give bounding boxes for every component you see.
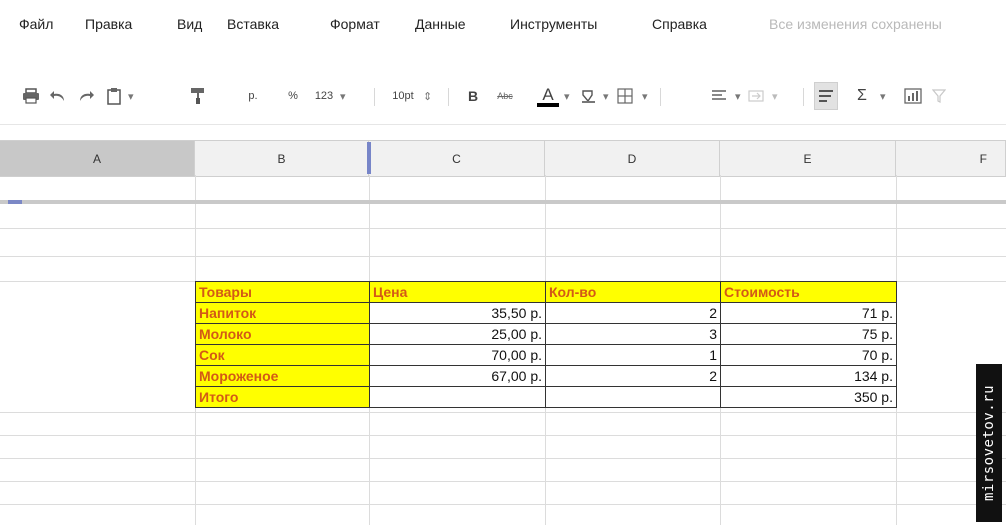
fill-color-dropdown-icon[interactable]: ▾ bbox=[603, 82, 609, 110]
menu-edit[interactable]: Правка bbox=[85, 16, 132, 32]
header-cell-goods[interactable]: Товары bbox=[195, 281, 370, 303]
column-resize-marker[interactable] bbox=[367, 142, 371, 174]
bold-button[interactable]: B bbox=[464, 82, 482, 110]
table-cell[interactable]: 70 р. bbox=[720, 344, 897, 366]
borders-dropdown-icon[interactable]: ▾ bbox=[642, 82, 648, 110]
print-icon[interactable] bbox=[20, 82, 42, 110]
grid-line bbox=[0, 435, 1006, 436]
grid-line bbox=[0, 458, 1006, 459]
table-cell[interactable]: 2 bbox=[545, 302, 721, 324]
percent-format-button[interactable]: % bbox=[285, 82, 301, 110]
align-dropdown-icon[interactable]: ▾ bbox=[735, 82, 741, 110]
table-row: Напиток 35,50 р. 2 71 р. bbox=[195, 302, 897, 324]
table-total-row: Итого 350 р. bbox=[195, 386, 897, 408]
table-cell[interactable]: Напиток bbox=[195, 302, 370, 324]
merge-cells-icon[interactable] bbox=[746, 82, 766, 110]
table-cell[interactable]: 350 р. bbox=[720, 386, 897, 408]
number-format-dropdown-icon[interactable]: ▾ bbox=[340, 82, 346, 110]
table-cell[interactable]: 134 р. bbox=[720, 365, 897, 387]
formula-bar[interactable] bbox=[0, 124, 1006, 141]
grid-line bbox=[0, 504, 1006, 505]
text-color-dropdown-icon[interactable]: ▾ bbox=[564, 82, 570, 110]
column-header-f[interactable]: F bbox=[896, 141, 1006, 176]
toolbar-divider bbox=[374, 88, 375, 106]
strikethrough-button[interactable]: Abc bbox=[493, 82, 517, 110]
column-header-c[interactable]: C bbox=[369, 141, 545, 176]
table-cell[interactable]: 67,00 р. bbox=[369, 365, 546, 387]
table-header-row: Товары Цена Кол-во Стоимость bbox=[195, 281, 897, 303]
data-table: Товары Цена Кол-во Стоимость Напиток 35,… bbox=[195, 281, 897, 408]
table-cell[interactable]: Мороженое bbox=[195, 365, 370, 387]
insert-chart-icon[interactable] bbox=[902, 82, 924, 110]
wrap-text-icon[interactable] bbox=[814, 82, 838, 110]
table-cell[interactable]: 70,00 р. bbox=[369, 344, 546, 366]
column-header-a[interactable]: A bbox=[0, 141, 195, 176]
column-header-e[interactable]: E bbox=[720, 141, 896, 176]
font-size-stepper-icon[interactable]: ⇕ bbox=[423, 82, 432, 110]
text-color-letter: A bbox=[542, 84, 554, 104]
redo-icon[interactable] bbox=[75, 82, 97, 110]
table-row: Молоко 25,00 р. 3 75 р. bbox=[195, 323, 897, 345]
paste-dropdown-icon[interactable]: ▾ bbox=[128, 82, 134, 110]
menu-view[interactable]: Вид bbox=[177, 16, 202, 32]
table-cell[interactable]: 1 bbox=[545, 344, 721, 366]
table-cell[interactable]: 71 р. bbox=[720, 302, 897, 324]
menu-bar: Файл Правка Вид Вставка Формат Данные Ин… bbox=[0, 0, 1006, 42]
undo-icon[interactable] bbox=[47, 82, 69, 110]
header-cell-price[interactable]: Цена bbox=[369, 281, 546, 303]
toolbar: ▾ р. % 123 ▾ 10pt ⇕ B Abc A ▾ ▾ ▾ ▾ ▾ Σ … bbox=[0, 82, 1006, 112]
grid-line bbox=[0, 412, 1006, 413]
toolbar-divider bbox=[448, 88, 449, 106]
grid-line bbox=[0, 256, 1006, 257]
functions-dropdown-icon[interactable]: ▾ bbox=[880, 82, 886, 110]
watermark: mirsovetov.ru bbox=[976, 364, 1002, 522]
grid-line bbox=[0, 228, 1006, 229]
toolbar-divider bbox=[803, 88, 804, 106]
sum-function-button[interactable]: Σ bbox=[854, 82, 870, 110]
frozen-row-divider[interactable] bbox=[0, 200, 1006, 204]
table-row: Мороженое 67,00 р. 2 134 р. bbox=[195, 365, 897, 387]
paint-format-icon[interactable] bbox=[188, 82, 208, 110]
toolbar-divider bbox=[660, 88, 661, 106]
table-cell[interactable]: 2 bbox=[545, 365, 721, 387]
watermark-text: mirsovetov.ru bbox=[981, 384, 998, 502]
borders-icon[interactable] bbox=[614, 82, 636, 110]
table-cell[interactable]: Итого bbox=[195, 386, 370, 408]
column-header-d[interactable]: D bbox=[545, 141, 720, 176]
fill-color-icon[interactable] bbox=[578, 82, 598, 110]
font-size-select[interactable]: 10pt bbox=[385, 82, 421, 110]
frozen-row-handle[interactable] bbox=[8, 200, 22, 204]
table-cell[interactable]: 35,50 р. bbox=[369, 302, 546, 324]
header-cell-cost[interactable]: Стоимость bbox=[720, 281, 897, 303]
menu-data[interactable]: Данные bbox=[415, 16, 466, 32]
menu-help[interactable]: Справка bbox=[652, 16, 707, 32]
table-cell[interactable]: 25,00 р. bbox=[369, 323, 546, 345]
table-cell[interactable] bbox=[545, 386, 721, 408]
menu-file[interactable]: Файл bbox=[19, 16, 53, 32]
menu-tools[interactable]: Инструменты bbox=[510, 16, 597, 32]
merge-dropdown-icon[interactable]: ▾ bbox=[772, 82, 778, 110]
column-header-b[interactable]: B bbox=[195, 141, 369, 176]
text-color-button[interactable]: A bbox=[535, 82, 561, 110]
table-cell[interactable]: 75 р. bbox=[720, 323, 897, 345]
table-cell[interactable]: 3 bbox=[545, 323, 721, 345]
table-cell[interactable] bbox=[369, 386, 546, 408]
table-row: Сок 70,00 р. 1 70 р. bbox=[195, 344, 897, 366]
number-format-button[interactable]: 123 bbox=[310, 82, 338, 110]
align-left-icon[interactable] bbox=[708, 82, 730, 110]
table-cell[interactable]: Сок bbox=[195, 344, 370, 366]
menu-insert[interactable]: Вставка bbox=[227, 16, 279, 32]
filter-icon[interactable] bbox=[930, 82, 948, 110]
menu-format[interactable]: Формат bbox=[330, 16, 380, 32]
column-headers: A B C D E F bbox=[0, 140, 1006, 177]
table-cell[interactable]: Молоко bbox=[195, 323, 370, 345]
text-color-swatch bbox=[537, 102, 559, 107]
currency-format-button[interactable]: р. bbox=[242, 82, 264, 110]
grid-line bbox=[0, 481, 1006, 482]
header-cell-quantity[interactable]: Кол-во bbox=[545, 281, 721, 303]
save-status: Все изменения сохранены bbox=[769, 16, 942, 32]
paste-icon[interactable] bbox=[103, 82, 125, 110]
